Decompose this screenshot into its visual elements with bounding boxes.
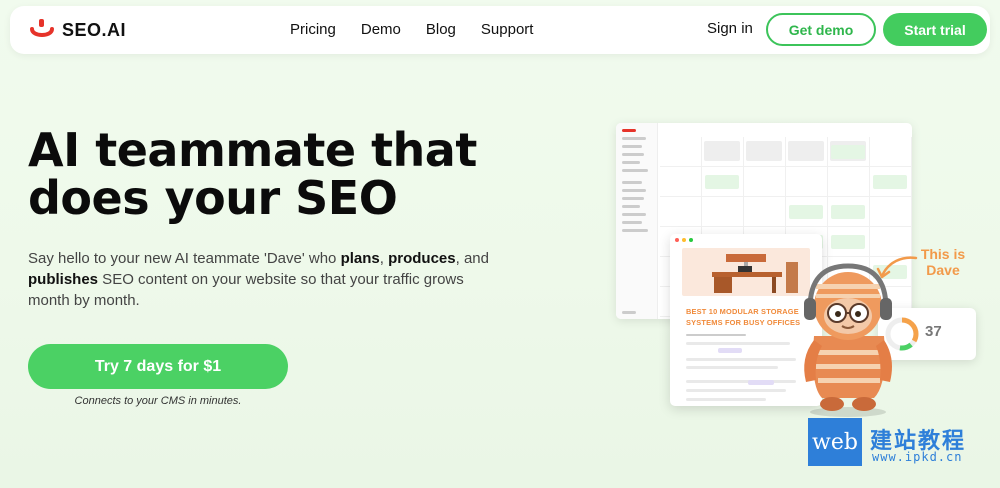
nav-link-support[interactable]: Support <box>481 21 534 38</box>
calendar-sidebar <box>616 123 658 319</box>
nav-link-demo[interactable]: Demo <box>361 21 401 38</box>
scheduled-article-chip <box>831 235 865 249</box>
sidebar-line <box>622 311 636 314</box>
scheduled-article-chip <box>789 205 823 219</box>
calendar-placeholder <box>788 141 824 161</box>
logo[interactable]: SEO.AI <box>30 18 126 42</box>
calendar-cell <box>786 167 828 197</box>
calendar-cell <box>828 167 870 197</box>
nav-link-pricing[interactable]: Pricing <box>290 21 336 38</box>
score-value: 37 <box>925 323 942 340</box>
article-line <box>686 334 746 336</box>
hero-sub-part1: Say hello to your new AI teammate 'Dave'… <box>28 250 341 267</box>
get-demo-button[interactable]: Get demo <box>766 13 876 46</box>
dave-mascot-icon <box>804 263 892 417</box>
sidebar-line <box>622 213 646 216</box>
calendar-cell <box>744 197 786 227</box>
seo-ai-logo-icon <box>30 19 54 37</box>
scheduled-article-chip <box>831 205 865 219</box>
sidebar-line <box>622 145 642 148</box>
sidebar-line <box>622 169 648 172</box>
sidebar-line <box>622 153 644 156</box>
window-dots <box>675 238 693 242</box>
calendar-cell <box>660 197 702 227</box>
calendar-cell <box>660 137 702 167</box>
cta-note: Connects to your CMS in minutes. <box>74 395 242 407</box>
calendar-cell <box>702 197 744 227</box>
hero-sub-plans: plans <box>340 250 380 267</box>
desk-illustration-icon <box>712 254 798 293</box>
hero-sub-produces: produces <box>388 250 456 267</box>
hero-sub-publishes: publishes <box>28 271 99 288</box>
article-highlight <box>748 380 774 385</box>
logo-text: SEO.AI <box>62 19 127 40</box>
calendar-placeholder <box>704 141 740 161</box>
dot-green-icon <box>689 238 693 242</box>
dot-yellow-icon <box>682 238 686 242</box>
article-line <box>686 389 786 392</box>
calendar-cell <box>660 167 702 197</box>
scheduled-article-chip <box>831 145 865 159</box>
top-navbar: SEO.AI Pricing Demo Blog Support Sign in… <box>10 6 990 54</box>
article-highlight <box>718 348 742 353</box>
hero-subtitle: Say hello to your new AI teammate 'Dave'… <box>28 248 498 311</box>
sidebar-line <box>622 137 646 140</box>
watermark-web-badge: web <box>808 418 862 466</box>
hero-sub-part2: , <box>379 250 389 267</box>
article-line <box>686 342 790 345</box>
watermark-url: www.ipkd.cn <box>872 450 963 464</box>
sidebar-line <box>622 161 640 164</box>
scheduled-article-chip <box>873 175 907 189</box>
sidebar-logo <box>622 129 636 132</box>
calendar-cell <box>744 167 786 197</box>
article-line <box>686 398 766 401</box>
sidebar-line <box>622 181 642 184</box>
sidebar-line <box>622 189 646 192</box>
try-trial-button[interactable]: Try 7 days for $1 <box>28 344 288 389</box>
hero-title-line1: AI teammate that <box>28 123 477 177</box>
office-desk-image <box>682 248 810 296</box>
hero-title: AI teammate that does your SEO <box>28 126 508 222</box>
dave-label: This is Dave <box>920 246 966 278</box>
article-line <box>686 366 778 369</box>
hero-title-line2: does your SEO <box>28 171 398 225</box>
scheduled-article-chip <box>705 175 739 189</box>
sign-in-link[interactable]: Sign in <box>707 20 753 37</box>
calendar-cell <box>870 197 912 227</box>
hero-sub-part3: , and <box>455 250 489 267</box>
nav-links: Pricing Demo Blog Support <box>290 21 533 38</box>
dot-red-icon <box>675 238 679 242</box>
nav-link-blog[interactable]: Blog <box>426 21 456 38</box>
calendar-cell <box>870 137 912 167</box>
calendar-placeholder <box>746 141 782 161</box>
article-line <box>686 380 796 383</box>
start-trial-button[interactable]: Start trial <box>883 13 987 46</box>
sidebar-line <box>622 197 644 200</box>
sidebar-line <box>622 229 648 232</box>
sidebar-line <box>622 221 642 224</box>
article-line <box>686 358 796 361</box>
sidebar-line <box>622 205 640 208</box>
